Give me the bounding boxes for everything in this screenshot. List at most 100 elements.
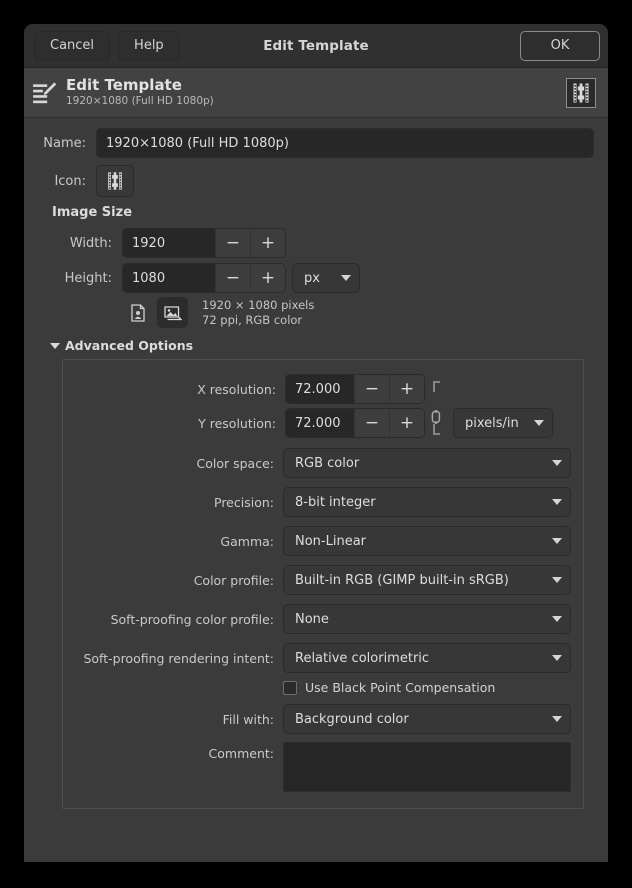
black-point-compensation-row: Use Black Point Compensation <box>75 680 571 695</box>
soft-proof-intent-label: Soft-proofing rendering intent: <box>75 651 283 666</box>
precision-value: 8-bit integer <box>295 495 544 510</box>
fill-with-label: Fill with: <box>75 712 283 727</box>
soft-proof-profile-row: Soft-proofing color profile: None <box>75 604 571 634</box>
icon-label: Icon: <box>38 174 96 189</box>
size-info-line-1: 1920 × 1080 pixels <box>202 298 314 313</box>
advanced-options-expander[interactable]: Advanced Options <box>50 338 594 353</box>
color-profile-row: Color profile: Built-in RGB (GIMP built-… <box>75 565 571 595</box>
name-row: Name: 1920×1080 (Full HD 1080p) <box>38 128 594 158</box>
x-resolution-increment-button[interactable]: + <box>389 375 424 403</box>
x-resolution-decrement-button[interactable]: − <box>354 375 389 403</box>
y-resolution-input[interactable]: 72.000 <box>286 409 354 437</box>
chevron-down-icon <box>552 655 562 661</box>
chevron-down-icon <box>552 538 562 544</box>
soft-proof-profile-dropdown[interactable]: None <box>283 604 571 634</box>
width-decrement-button[interactable]: − <box>215 229 250 257</box>
height-row: Height: 1080 − + px <box>38 263 594 293</box>
height-label: Height: <box>38 271 122 286</box>
advanced-options-label: Advanced Options <box>65 338 193 353</box>
color-space-value: RGB color <box>295 456 544 471</box>
x-resolution-label: X resolution: <box>75 382 285 397</box>
chevron-down-icon <box>341 275 351 281</box>
y-resolution-label: Y resolution: <box>75 416 285 431</box>
y-resolution-decrement-button[interactable]: − <box>354 409 389 437</box>
landscape-orientation-button[interactable] <box>157 297 188 328</box>
edit-template-dialog: Cancel Help Edit Template OK Edit Templa… <box>24 24 608 862</box>
x-resolution-input[interactable]: 72.000 <box>286 375 354 403</box>
color-profile-dropdown[interactable]: Built-in RGB (GIMP built-in sRGB) <box>283 565 571 595</box>
height-spinner[interactable]: 1080 − + <box>122 263 286 293</box>
name-label: Name: <box>38 136 96 151</box>
resolution-unit-dropdown[interactable]: pixels/in <box>453 408 553 438</box>
help-button[interactable]: Help <box>118 31 180 61</box>
comment-row: Comment: <box>75 742 571 792</box>
icon-row: Icon: <box>38 165 594 197</box>
template-title-block: Edit Template 1920×1080 (Full HD 1080p) <box>24 68 608 118</box>
fill-with-dropdown[interactable]: Background color <box>283 704 571 734</box>
width-row: Width: 1920 − + <box>38 228 594 258</box>
color-space-dropdown[interactable]: RGB color <box>283 448 571 478</box>
template-icon-button[interactable] <box>96 165 134 197</box>
fill-with-value: Background color <box>295 712 544 727</box>
size-unit-dropdown[interactable]: px <box>292 263 360 293</box>
color-space-row: Color space: RGB color <box>75 448 571 478</box>
size-info-text: 1920 × 1080 pixels 72 ppi, RGB color <box>202 298 314 328</box>
height-decrement-button[interactable]: − <box>215 264 250 292</box>
height-input[interactable]: 1080 <box>123 264 215 292</box>
template-meta: Edit Template 1920×1080 (Full HD 1080p) <box>66 77 566 108</box>
chain-link-icon[interactable] <box>425 410 447 436</box>
color-space-label: Color space: <box>75 456 283 471</box>
ok-button[interactable]: OK <box>520 31 600 61</box>
x-resolution-row: X resolution: 72.000 − + <box>75 374 571 404</box>
width-spinner[interactable]: 1920 − + <box>122 228 286 258</box>
width-input[interactable]: 1920 <box>123 229 215 257</box>
precision-label: Precision: <box>75 495 283 510</box>
height-increment-button[interactable]: + <box>250 264 285 292</box>
chevron-down-icon <box>552 577 562 583</box>
chevron-down-icon <box>552 499 562 505</box>
width-increment-button[interactable]: + <box>250 229 285 257</box>
precision-dropdown[interactable]: 8-bit integer <box>283 487 571 517</box>
black-point-compensation-checkbox[interactable] <box>283 681 297 695</box>
gamma-value: Non-Linear <box>295 534 544 549</box>
resolution-unit-value: pixels/in <box>465 416 526 431</box>
edit-template-icon <box>28 76 62 110</box>
cancel-button[interactable]: Cancel <box>34 31 110 61</box>
image-size-section-label: Image Size <box>52 205 594 220</box>
chevron-down-icon <box>552 460 562 466</box>
size-unit-value: px <box>304 271 333 286</box>
y-resolution-increment-button[interactable]: + <box>389 409 424 437</box>
black-point-compensation-label: Use Black Point Compensation <box>305 680 495 695</box>
template-name: Edit Template <box>66 77 566 94</box>
portrait-orientation-button[interactable] <box>122 297 153 328</box>
size-info-line-2: 72 ppi, RGB color <box>202 313 314 328</box>
gamma-row: Gamma: Non-Linear <box>75 526 571 556</box>
gamma-dropdown[interactable]: Non-Linear <box>283 526 571 556</box>
chevron-down-icon <box>50 343 60 349</box>
advanced-options-frame: X resolution: 72.000 − + Y resolution: 7… <box>62 359 584 809</box>
width-label: Width: <box>38 236 122 251</box>
x-resolution-spinner[interactable]: 72.000 − + <box>285 374 425 404</box>
dialog-headerbar: Cancel Help Edit Template OK <box>24 24 608 68</box>
comment-label: Comment: <box>75 742 283 761</box>
color-profile-value: Built-in RGB (GIMP built-in sRGB) <box>295 573 544 588</box>
y-resolution-row: Y resolution: 72.000 − + pixels/in <box>75 408 571 438</box>
soft-proof-intent-value: Relative colorimetric <box>295 651 544 666</box>
template-subtitle: 1920×1080 (Full HD 1080p) <box>66 94 566 108</box>
soft-proof-intent-dropdown[interactable]: Relative colorimetric <box>283 643 571 673</box>
comment-textarea[interactable] <box>283 742 571 792</box>
chevron-down-icon <box>552 716 562 722</box>
soft-proof-profile-label: Soft-proofing color profile: <box>75 612 283 627</box>
precision-row: Precision: 8-bit integer <box>75 487 571 517</box>
soft-proof-intent-row: Soft-proofing rendering intent: Relative… <box>75 643 571 673</box>
name-input[interactable]: 1920×1080 (Full HD 1080p) <box>96 128 594 158</box>
chevron-down-icon <box>552 616 562 622</box>
chevron-down-icon <box>534 420 544 426</box>
y-resolution-spinner[interactable]: 72.000 − + <box>285 408 425 438</box>
soft-proof-profile-value: None <box>295 612 544 627</box>
dialog-body: Name: 1920×1080 (Full HD 1080p) Icon: <box>24 118 608 809</box>
chain-link-top-icon <box>425 378 447 400</box>
fill-with-row: Fill with: Background color <box>75 704 571 734</box>
gamma-label: Gamma: <box>75 534 283 549</box>
film-strip-icon <box>566 78 596 108</box>
